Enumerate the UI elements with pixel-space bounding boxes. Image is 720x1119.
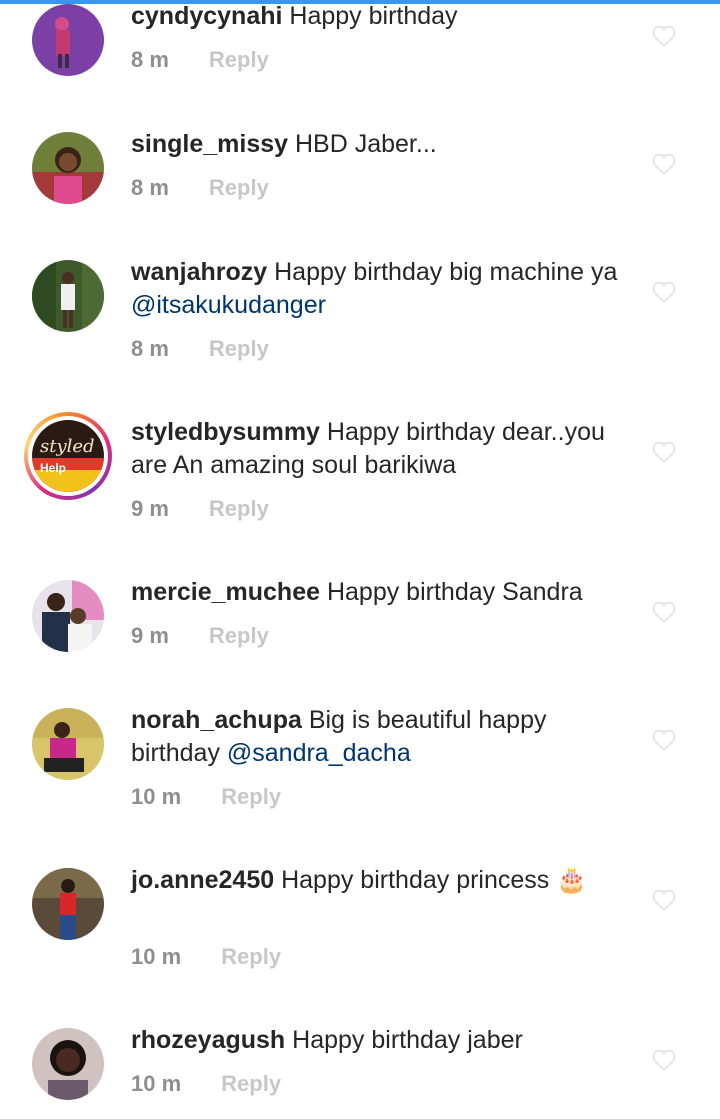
avatar[interactable] <box>32 132 104 204</box>
reply-button[interactable]: Reply <box>209 623 269 648</box>
comment-meta: 8 m Reply <box>131 175 269 201</box>
comment-text: norah_achupa Big is beautiful happy birt… <box>131 704 631 770</box>
comment-username[interactable]: cyndycynahi <box>131 2 282 30</box>
comment-text: styledbysummy Happy birthday dear..you a… <box>131 416 631 482</box>
comment-time: 8 m <box>131 47 169 72</box>
comment-time: 8 m <box>131 336 169 361</box>
comment-time: 9 m <box>131 623 169 648</box>
heart-icon[interactable] <box>652 441 676 463</box>
comment-time: 10 m <box>131 784 182 809</box>
comment-text: single_missy HBD Jaber... <box>131 128 631 161</box>
comment-username[interactable]: styledbysummy <box>131 418 320 446</box>
comment-meta: 10 m Reply <box>131 784 281 810</box>
comment-body: Happy birthday princess <box>281 866 550 894</box>
comment-text: rhozeyagush Happy birthday jaber <box>131 1024 631 1057</box>
comment-username[interactable]: single_missy <box>131 130 288 158</box>
avatar-logo-help: Help <box>40 461 66 475</box>
comment-body: Happy birthday big machine ya <box>274 258 618 286</box>
comment-username[interactable]: rhozeyagush <box>131 1026 285 1054</box>
avatar[interactable] <box>32 1028 104 1100</box>
reply-button[interactable]: Reply <box>209 336 269 361</box>
comment-time: 9 m <box>131 496 169 521</box>
avatar-logo-text: styled <box>40 436 95 457</box>
avatar[interactable] <box>32 260 104 332</box>
comment-meta: 8 m Reply <box>131 47 269 73</box>
avatar[interactable] <box>32 708 104 780</box>
comment-time: 10 m <box>131 1071 182 1096</box>
comment-username[interactable]: mercie_muchee <box>131 578 320 606</box>
comment-text: jo.anne2450 Happy birthday princess 🎂 <box>131 864 631 897</box>
comment-body: Happy birthday jaber <box>292 1026 523 1054</box>
comment-meta: 9 m Reply <box>131 496 269 522</box>
heart-icon[interactable] <box>652 1049 676 1071</box>
comment-meta: 10 m Reply <box>131 1071 281 1097</box>
reply-button[interactable]: Reply <box>209 47 269 72</box>
heart-icon[interactable] <box>652 889 676 911</box>
heart-icon[interactable] <box>652 25 676 47</box>
comment-body: Happy birthday <box>289 2 458 30</box>
comment-text: wanjahrozy Happy birthday big machine ya… <box>131 256 631 322</box>
comment-text: cyndycynahi Happy birthday <box>131 0 631 33</box>
heart-icon[interactable] <box>652 729 676 751</box>
reply-button[interactable]: Reply <box>221 1071 281 1096</box>
avatar[interactable] <box>32 4 104 76</box>
comment-username[interactable]: wanjahrozy <box>131 258 267 286</box>
comment-meta: 8 m Reply <box>131 336 269 362</box>
comment-mention[interactable]: @itsakukudanger <box>131 291 326 319</box>
heart-icon[interactable] <box>652 153 676 175</box>
avatar[interactable] <box>32 580 104 652</box>
comment-time: 10 m <box>131 944 182 969</box>
reply-button[interactable]: Reply <box>221 944 281 969</box>
comment-username[interactable]: norah_achupa <box>131 706 302 734</box>
reply-button[interactable]: Reply <box>209 496 269 521</box>
reply-button[interactable]: Reply <box>221 784 281 809</box>
comment-username[interactable]: jo.anne2450 <box>131 866 274 894</box>
comment-text: mercie_muchee Happy birthday Sandra <box>131 576 631 609</box>
comment-body: Happy birthday Sandra <box>326 578 583 606</box>
comment-time: 8 m <box>131 175 169 200</box>
comment-mention[interactable]: @sandra_dacha <box>227 739 411 767</box>
reply-button[interactable]: Reply <box>209 175 269 200</box>
avatar[interactable] <box>32 868 104 940</box>
comment-body: HBD Jaber... <box>294 130 437 158</box>
comment-meta: 10 m Reply <box>131 944 281 970</box>
comment-meta: 9 m Reply <box>131 623 269 649</box>
avatar-ring-inner: styled Help <box>28 416 108 496</box>
avatar[interactable]: styled Help <box>24 412 112 500</box>
cake-emoji: 🎂 <box>556 866 588 894</box>
heart-icon[interactable] <box>652 601 676 623</box>
heart-icon[interactable] <box>652 281 676 303</box>
